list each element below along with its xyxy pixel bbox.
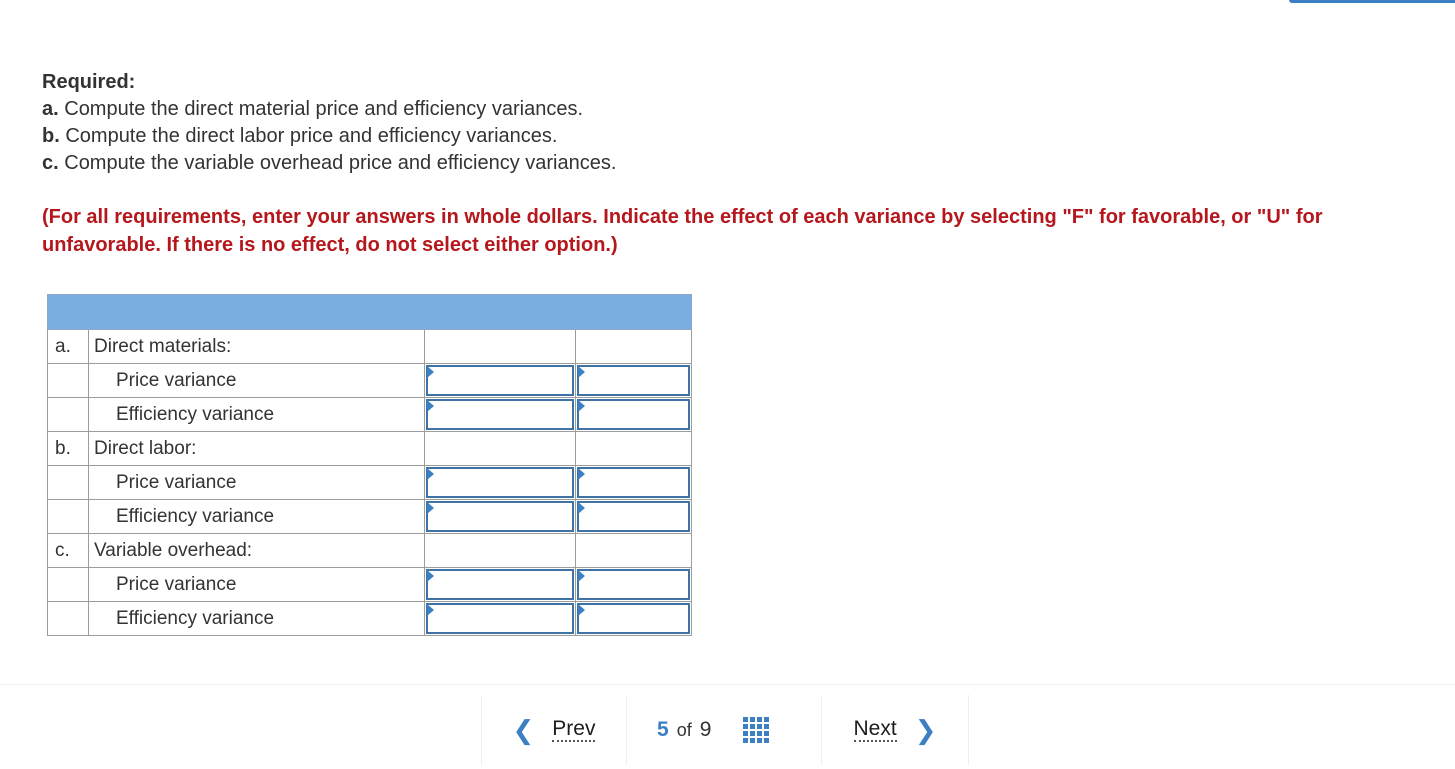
overhead-efficiency-amount-input[interactable] [426, 603, 574, 634]
required-item-text: Compute the variable overhead price and … [58, 152, 617, 174]
input-flag-icon [578, 502, 585, 514]
required-item-a: a. Compute the direct material price and… [42, 96, 616, 123]
labor-efficiency-amount-input[interactable] [426, 501, 574, 532]
row-letter [47, 465, 89, 500]
row-label: Efficiency variance [88, 601, 425, 636]
table-header-cell [47, 294, 692, 330]
row-label: Direct materials: [88, 329, 425, 364]
required-item-text: Compute the direct material price and ef… [58, 98, 584, 120]
input-flag-icon [427, 366, 434, 378]
row-label: Efficiency variance [88, 397, 425, 432]
table-row: b. Direct labor: [47, 431, 692, 466]
instructions-text: (For all requirements, enter your answer… [42, 206, 1323, 256]
row-label: Price variance [88, 363, 425, 398]
row-letter: a. [47, 329, 89, 364]
overhead-price-amount-input[interactable] [426, 569, 574, 600]
input-flag-icon [578, 468, 585, 480]
empty-cell [424, 329, 576, 364]
required-item-c: c. Compute the variable overhead price a… [42, 150, 616, 177]
input-flag-icon [578, 570, 585, 582]
nav-divider [0, 684, 1455, 685]
row-letter [47, 567, 89, 602]
input-flag-icon [427, 604, 434, 616]
empty-cell [424, 431, 576, 466]
chevron-left-icon: ❮ [512, 715, 535, 745]
prev-button[interactable]: ❮ Prev [481, 695, 627, 765]
input-flag-icon [578, 400, 585, 412]
overhead-price-effect-select[interactable] [577, 569, 690, 600]
row-label: Price variance [88, 567, 425, 602]
question-navigation: ❮ Prev 5 of 9 Next ❯ [481, 691, 969, 769]
input-flag-icon [427, 400, 434, 412]
materials-price-effect-select[interactable] [577, 365, 690, 396]
row-letter: c. [47, 533, 89, 568]
variance-answer-table: a. Direct materials: Price variance Effi… [47, 294, 692, 636]
page: Required: a. Compute the direct material… [0, 0, 1455, 769]
materials-efficiency-effect-select[interactable] [577, 399, 690, 430]
input-flag-icon [578, 604, 585, 616]
input-flag-icon [427, 468, 434, 480]
row-label: Variable overhead: [88, 533, 425, 568]
required-section: Required: a. Compute the direct material… [42, 69, 616, 177]
required-title: Required: [42, 71, 136, 93]
next-button[interactable]: Next ❯ [821, 695, 969, 765]
total-pages: 9 [699, 718, 712, 741]
empty-cell [575, 431, 692, 466]
table-row: Price variance [47, 363, 692, 398]
required-item-lead: a. [42, 98, 59, 120]
current-page: 5 [657, 718, 669, 741]
row-label: Price variance [88, 465, 425, 500]
materials-efficiency-amount-input[interactable] [426, 399, 574, 430]
prev-label: Prev [552, 717, 596, 742]
labor-price-effect-select[interactable] [577, 467, 690, 498]
labor-efficiency-effect-select[interactable] [577, 501, 690, 532]
chevron-right-icon: ❯ [914, 715, 937, 745]
row-letter [47, 363, 89, 398]
materials-price-amount-input[interactable] [426, 365, 574, 396]
table-row: Efficiency variance [47, 499, 692, 534]
table-row: c. Variable overhead: [47, 533, 692, 568]
row-label: Direct labor: [88, 431, 425, 466]
empty-cell [575, 533, 692, 568]
table-row: Efficiency variance [47, 397, 692, 432]
table-row: Price variance [47, 567, 692, 602]
input-flag-icon [427, 570, 434, 582]
grid-icon[interactable] [743, 717, 770, 743]
required-item-lead: c. [42, 152, 59, 174]
empty-cell [424, 533, 576, 568]
row-label: Efficiency variance [88, 499, 425, 534]
row-letter [47, 397, 89, 432]
row-letter [47, 499, 89, 534]
overhead-efficiency-effect-select[interactable] [577, 603, 690, 634]
required-item-b: b. Compute the direct labor price and ef… [42, 123, 616, 150]
table-row: a. Direct materials: [47, 329, 692, 364]
table-row: Price variance [47, 465, 692, 500]
empty-cell [575, 329, 692, 364]
labor-price-amount-input[interactable] [426, 467, 574, 498]
page-indicator: 5 of 9 [627, 695, 821, 765]
of-label: of [676, 719, 692, 740]
next-label: Next [853, 717, 897, 742]
input-flag-icon [578, 366, 585, 378]
row-letter [47, 601, 89, 636]
table-header-row [47, 294, 692, 330]
row-letter: b. [47, 431, 89, 466]
top-accent-bar [1289, 0, 1455, 3]
required-item-text: Compute the direct labor price and effic… [59, 125, 558, 147]
input-flag-icon [427, 502, 434, 514]
required-item-lead: b. [42, 125, 60, 147]
table-row: Efficiency variance [47, 601, 692, 636]
